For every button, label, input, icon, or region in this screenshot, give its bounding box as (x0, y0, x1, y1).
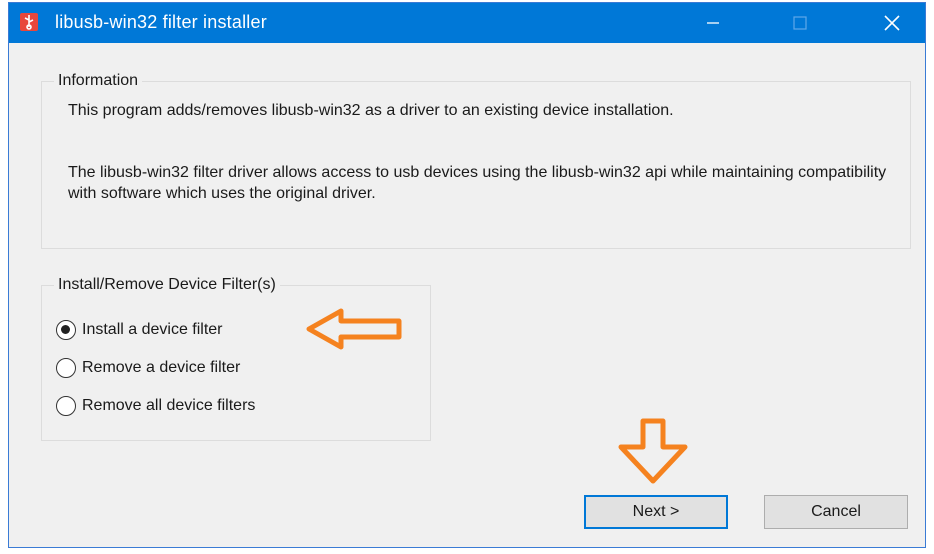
left-arrow-annotation-icon (306, 308, 402, 350)
install-filter-label: Install a device filter (82, 321, 223, 338)
maximize-icon (793, 16, 807, 30)
remove-filter-radio[interactable] (56, 358, 76, 378)
information-paragraph-2: The libusb-win32 filter driver allows ac… (68, 164, 887, 202)
close-button[interactable] (869, 3, 915, 43)
minimize-icon (707, 22, 719, 24)
install-filter-option[interactable]: Install a device filter (56, 320, 223, 340)
remove-all-filters-option[interactable]: Remove all device filters (56, 396, 255, 416)
down-arrow-annotation-icon (618, 418, 688, 484)
close-icon (884, 15, 900, 31)
next-button[interactable]: Next > (584, 495, 728, 529)
install-filter-radio[interactable] (56, 320, 76, 340)
installer-window: libusb-win32 filter installer Informatio… (8, 2, 926, 548)
cancel-button[interactable]: Cancel (764, 495, 908, 529)
window-title: libusb-win32 filter installer (55, 12, 267, 32)
title-bar[interactable]: libusb-win32 filter installer (9, 3, 925, 43)
information-label: Information (54, 72, 143, 90)
remove-filter-option[interactable]: Remove a device filter (56, 358, 240, 378)
minimize-button[interactable] (690, 3, 736, 43)
information-group: Information This program adds/removes li… (41, 72, 911, 249)
remove-filter-label: Remove a device filter (82, 359, 241, 376)
remove-all-filters-label: Remove all device filters (82, 397, 256, 414)
usb-app-icon (20, 13, 38, 31)
maximize-button[interactable] (777, 3, 823, 43)
information-paragraph-1: This program adds/removes libusb-win32 a… (68, 102, 674, 119)
remove-all-filters-radio[interactable] (56, 396, 76, 416)
device-filter-label: Install/Remove Device Filter(s) (54, 276, 280, 294)
